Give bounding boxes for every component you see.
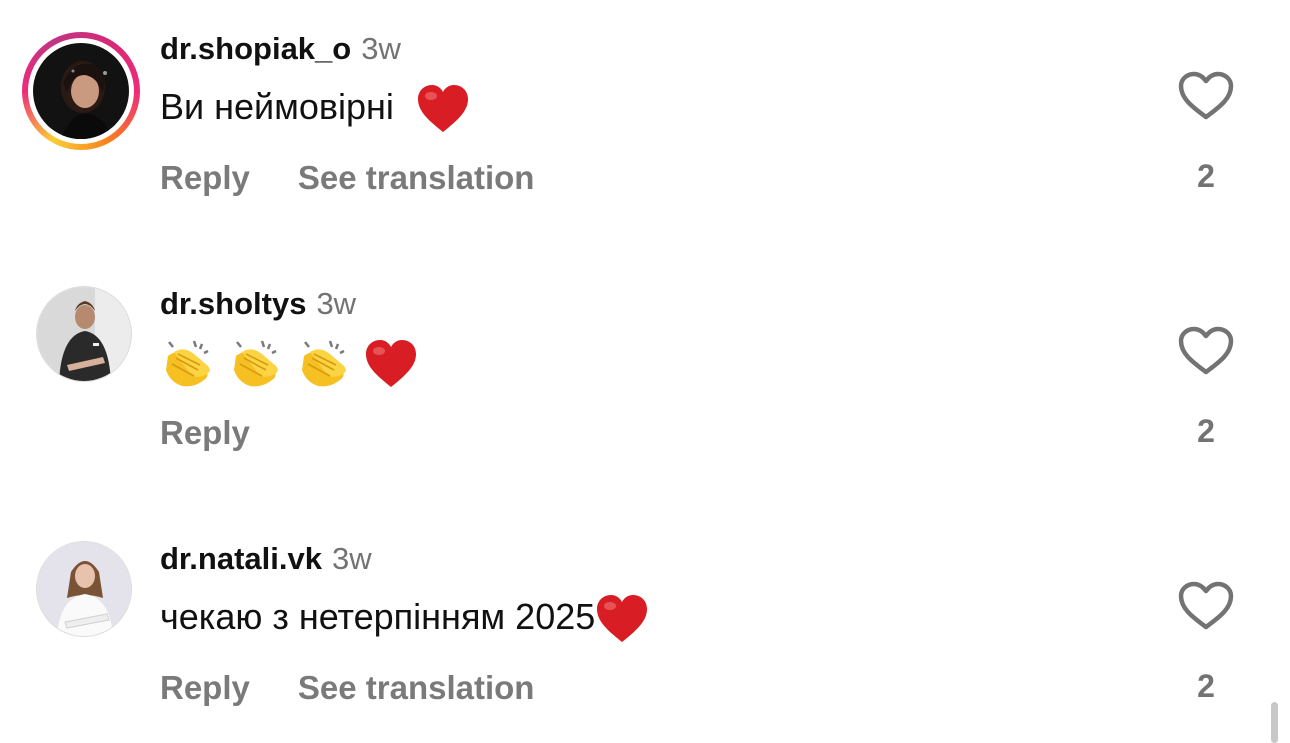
comment-username[interactable]: dr.shopiak_o: [160, 31, 351, 66]
heart-outline-icon[interactable]: [1176, 580, 1236, 632]
avatar[interactable]: [36, 286, 132, 382]
comment-text-row: [160, 337, 418, 390]
red-heart-emoji: [595, 594, 649, 644]
comment-text-row: чекаю з нетерпінням 2025: [160, 592, 649, 644]
heart-outline-icon[interactable]: [1176, 325, 1236, 377]
comment-text-row: Ви неймовірні: [160, 82, 470, 134]
like-count: 2: [1197, 668, 1215, 704]
clapping-hands-emoji: [228, 338, 284, 390]
comment-text: чекаю з нетерпінням 2025: [160, 596, 596, 637]
heart-outline-icon[interactable]: [1176, 70, 1236, 122]
comment-text: Ви неймовірні: [160, 86, 394, 127]
avatar-story-ring[interactable]: [22, 32, 140, 150]
comment-timestamp: 3w: [331, 541, 372, 576]
see-translation-button[interactable]: See translation: [298, 159, 535, 196]
comment-item: dr.natali.vk 3w чекаю з нетерпінням 2025 …: [0, 510, 1290, 740]
reply-button[interactable]: Reply: [160, 669, 250, 706]
like-count: 2: [1197, 158, 1215, 194]
avatar[interactable]: [36, 541, 132, 637]
clapping-hands-emoji: [160, 338, 216, 390]
comment-username[interactable]: dr.sholtys: [160, 286, 306, 321]
red-heart-emoji: [416, 84, 470, 134]
comment-username[interactable]: dr.natali.vk: [160, 541, 322, 576]
like-count: 2: [1197, 413, 1215, 449]
comment-item: dr.shopiak_o 3w Ви неймовірні Reply See tr…: [0, 0, 1290, 230]
see-translation-button[interactable]: See translation: [298, 669, 535, 706]
comment-timestamp: 3w: [361, 31, 401, 66]
reply-button[interactable]: Reply: [160, 414, 250, 451]
comment-timestamp: 3w: [316, 286, 357, 321]
clapping-hands-emoji: [296, 338, 352, 390]
scrollbar[interactable]: [1271, 702, 1278, 743]
red-heart-emoji: [364, 339, 418, 389]
avatar[interactable]: [33, 43, 129, 139]
reply-button[interactable]: Reply: [160, 159, 250, 196]
comment-item: dr.sholtys 3w Reply 2: [0, 255, 1290, 485]
